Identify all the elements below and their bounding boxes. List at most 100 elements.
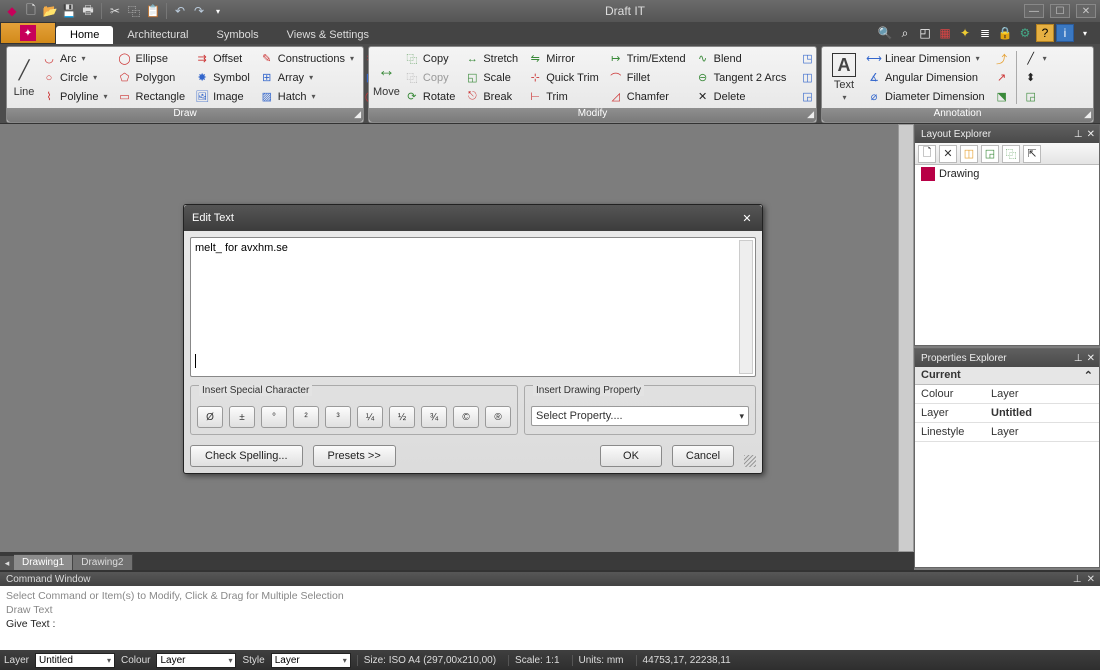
delete-button[interactable]: ✕Delete — [694, 89, 789, 105]
panel-launcher-icon[interactable]: ◢ — [354, 109, 361, 120]
le-tool4-icon[interactable]: ⇱ — [1023, 145, 1041, 163]
anno-aux2-button[interactable]: ↗ — [993, 70, 1011, 86]
tab-views-settings[interactable]: Views & Settings — [273, 26, 383, 44]
special-char-button[interactable]: ± — [229, 406, 255, 428]
check-spelling-button[interactable]: Check Spelling... — [190, 445, 303, 467]
pin-icon[interactable]: ⊥ — [1074, 353, 1083, 364]
line-button[interactable]: ╱ Line — [11, 49, 37, 106]
zoom-extents-icon[interactable]: ⌕ — [896, 24, 914, 42]
trim-button[interactable]: ⊢Trim — [526, 89, 601, 105]
le-delete-icon[interactable]: ✕ — [939, 145, 957, 163]
anno-aux6-button[interactable]: ◲ — [1022, 89, 1049, 105]
mirror-button[interactable]: ⇋Mirror — [526, 51, 601, 67]
dialog-title-bar[interactable]: Edit Text ✕ — [184, 205, 762, 231]
grid-icon[interactable]: ▦ — [936, 24, 954, 42]
special-char-button[interactable]: ² — [293, 406, 319, 428]
quick-trim-button[interactable]: ⊹Quick Trim — [526, 70, 601, 86]
anno-aux4-button[interactable]: ╱▾ — [1022, 51, 1049, 67]
property-select[interactable]: Select Property.... ▾ — [531, 406, 749, 426]
rotate-button[interactable]: ⟳Rotate — [403, 89, 457, 105]
command-window-body[interactable]: Select Command or Item(s) to Modify, Cli… — [0, 586, 1100, 636]
status-colour-select[interactable]: Layer▾ — [156, 653, 236, 668]
diameter-dimension-button[interactable]: ⌀Diameter Dimension — [865, 89, 987, 105]
resize-grip-icon[interactable] — [744, 455, 756, 467]
symbol-button[interactable]: ✸Symbol — [193, 70, 252, 86]
collapse-icon[interactable]: ⌃ — [1084, 369, 1093, 382]
fillet-button[interactable]: ⌒Fillet — [607, 70, 688, 86]
dialog-close-icon[interactable]: ✕ — [740, 211, 754, 225]
tab-home[interactable]: Home — [56, 26, 113, 44]
angular-dimension-button[interactable]: ∡Angular Dimension — [865, 70, 987, 86]
new-icon[interactable]: 🗋 — [23, 3, 39, 19]
help-icon[interactable]: ? — [1036, 24, 1054, 42]
special-char-button[interactable]: © — [453, 406, 479, 428]
textarea-scrollbar[interactable] — [739, 240, 753, 374]
break-button[interactable]: ⎋Break — [463, 89, 520, 105]
le-tool1-icon[interactable]: ◫ — [960, 145, 978, 163]
cancel-button[interactable]: Cancel — [672, 445, 734, 467]
paste-icon[interactable]: 📋 — [145, 3, 161, 19]
redo-icon[interactable]: ↷ — [191, 3, 207, 19]
ribbon-minimize-icon[interactable]: ▾ — [1076, 24, 1094, 42]
special-char-button[interactable]: ° — [261, 406, 287, 428]
prop-row-linestyle[interactable]: Linestyle Layer — [915, 423, 1099, 442]
chamfer-button[interactable]: ◿Chamfer — [607, 89, 688, 105]
prop-row-colour[interactable]: Colour Layer — [915, 385, 1099, 404]
text-area[interactable]: melt_ for avxhm.se — [190, 237, 756, 377]
hatch-button[interactable]: ▨Hatch▾ — [258, 89, 356, 105]
pin-icon[interactable]: ⊥ — [1074, 129, 1083, 140]
tab-symbols[interactable]: Symbols — [202, 26, 272, 44]
layout-tree-item[interactable]: Drawing — [915, 165, 1099, 183]
status-style-select[interactable]: Layer▾ — [271, 653, 351, 668]
polygon-button[interactable]: ⬠Polygon — [116, 70, 188, 86]
print-icon[interactable]: 🖶 — [80, 3, 96, 19]
le-new-icon[interactable]: 🗋 — [918, 145, 936, 163]
cut-icon[interactable]: ✂ — [107, 3, 123, 19]
modify-aux2-button[interactable]: ◫ — [798, 70, 816, 86]
prop-row-layer[interactable]: Layer Untitled — [915, 404, 1099, 423]
le-tool2-icon[interactable]: ◲ — [981, 145, 999, 163]
close-panel-icon[interactable]: ✕ — [1087, 574, 1095, 585]
close-panel-icon[interactable]: ✕ — [1087, 129, 1095, 140]
panel-launcher-icon[interactable]: ◢ — [807, 109, 814, 120]
text-button[interactable]: A Text▾ — [826, 49, 862, 106]
array-button[interactable]: ⊞Array▾ — [258, 70, 356, 86]
presets-button[interactable]: Presets >> — [313, 445, 396, 467]
linear-dimension-button[interactable]: ⟷Linear Dimension▾ — [865, 51, 987, 67]
scale-button[interactable]: ◱Scale — [463, 70, 520, 86]
save-icon[interactable]: 💾 — [61, 3, 77, 19]
offset-button[interactable]: ⇉Offset — [193, 51, 252, 67]
modify-aux1-button[interactable]: ◳ — [798, 51, 816, 67]
special-char-button[interactable]: ® — [485, 406, 511, 428]
tab-architectural[interactable]: Architectural — [113, 26, 202, 44]
polyline-button[interactable]: ⌇Polyline▾ — [40, 89, 110, 105]
options-icon[interactable]: ⚙ — [1016, 24, 1034, 42]
panel-launcher-icon[interactable]: ◢ — [1084, 109, 1091, 120]
circle-button[interactable]: ○Circle▾ — [40, 70, 110, 86]
special-char-button[interactable]: ¼ — [357, 406, 383, 428]
drawing-tab-2[interactable]: Drawing2 — [73, 554, 132, 570]
copy-button[interactable]: ⿻Copy — [403, 51, 457, 67]
zoom-window-icon[interactable]: ◰ — [916, 24, 934, 42]
info-icon[interactable]: i — [1056, 24, 1074, 42]
special-char-button[interactable]: Ø — [197, 406, 223, 428]
lock-icon[interactable]: 🔒 — [996, 24, 1014, 42]
qat-dropdown-icon[interactable]: ▾ — [210, 3, 226, 19]
undo-icon[interactable]: ↶ — [172, 3, 188, 19]
find-icon[interactable]: 🔍 — [876, 24, 894, 42]
anno-aux5-button[interactable]: ⬍ — [1022, 70, 1049, 86]
constructions-button[interactable]: ✎Constructions▾ — [258, 51, 356, 67]
trim-extend-button[interactable]: ↦Trim/Extend — [607, 51, 688, 67]
rectangle-button[interactable]: ▭Rectangle — [116, 89, 188, 105]
toggle-icon[interactable]: ✦ — [956, 24, 974, 42]
blend-button[interactable]: ∿Blend — [694, 51, 789, 67]
status-layer-select[interactable]: Untitled▾ — [35, 653, 115, 668]
special-char-button[interactable]: ¾ — [421, 406, 447, 428]
special-char-button[interactable]: ½ — [389, 406, 415, 428]
image-button[interactable]: 🖼Image — [193, 89, 252, 105]
close-button[interactable]: ✕ — [1076, 4, 1096, 18]
drawing-tab-1[interactable]: Drawing1 — [14, 554, 73, 570]
vertical-scrollbar[interactable] — [898, 124, 914, 552]
close-panel-icon[interactable]: ✕ — [1087, 353, 1095, 364]
prop-section-current[interactable]: Current ⌃ — [915, 367, 1099, 385]
